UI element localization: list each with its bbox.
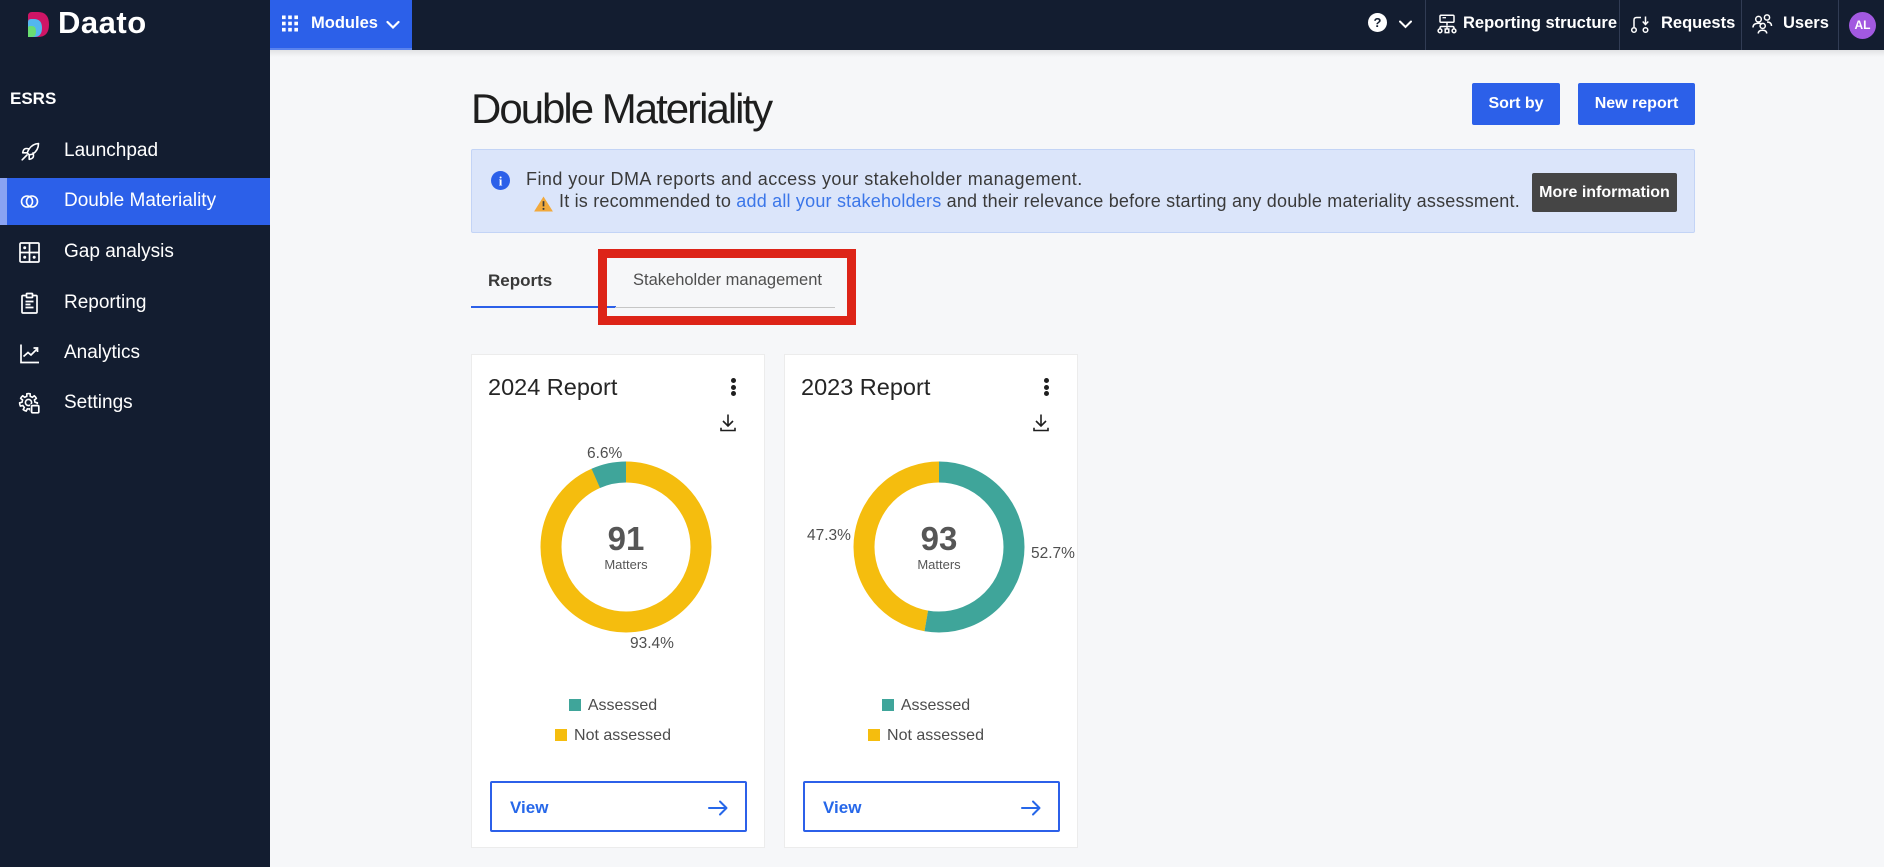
svg-text:?: ? bbox=[1374, 15, 1382, 30]
svg-text:i: i bbox=[499, 174, 503, 189]
